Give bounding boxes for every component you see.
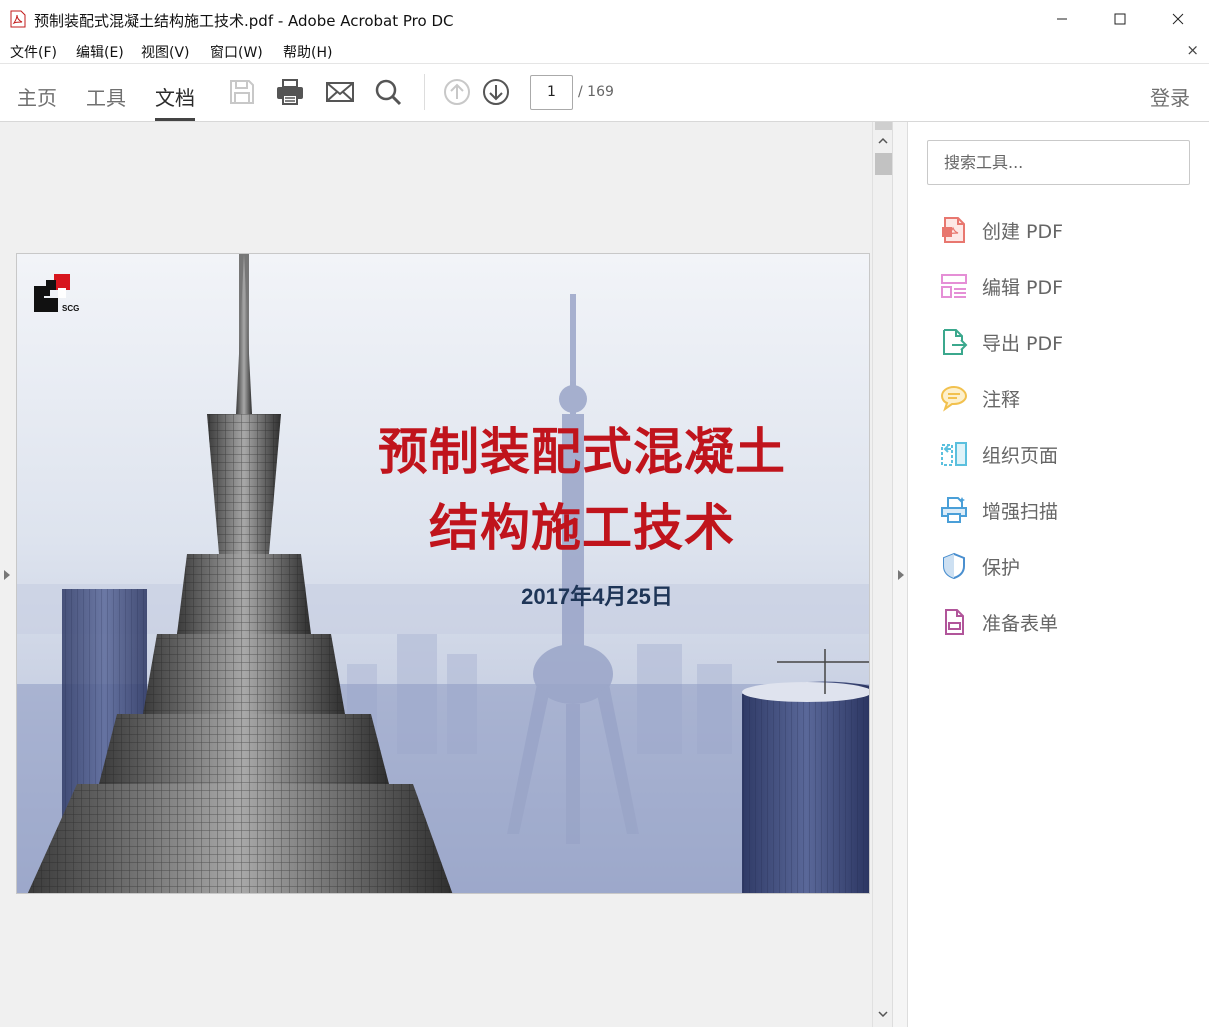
tool-label-comment: 注释 [982, 388, 1021, 411]
tool-label-export-pdf: 导出 PDF [982, 332, 1064, 355]
main-toolbar: 主页 工具 文档 1 / 169 登录 [0, 64, 1209, 122]
create-pdf-icon [942, 217, 965, 243]
slide-title-line1: 预制装配式混凝土 [378, 423, 786, 481]
maximize-button[interactable] [1091, 0, 1149, 38]
email-icon[interactable] [324, 76, 356, 108]
enhance-scan-icon [941, 497, 967, 523]
title-bar: 预制装配式混凝土结构施工技术.pdf - Adobe Acrobat Pro D… [0, 0, 1209, 38]
search-tools-input[interactable]: 搜索工具... [927, 140, 1190, 185]
tool-label-create-pdf: 创建 PDF [982, 220, 1064, 243]
close-window-button[interactable] [1149, 0, 1207, 38]
tab-tools[interactable]: 工具 [86, 82, 126, 111]
menu-file[interactable]: 文件(F) [10, 42, 57, 62]
tool-enhance-scan[interactable]: 增强扫描 [938, 490, 1188, 530]
acrobat-file-icon [10, 10, 26, 28]
close-icon [1172, 13, 1184, 25]
minimize-icon [1057, 18, 1067, 20]
slide-date: 2017年4月25日 [521, 584, 673, 609]
tool-label-prepare-form: 准备表单 [982, 612, 1059, 635]
tab-home[interactable]: 主页 [17, 82, 57, 111]
comment-icon [940, 385, 968, 412]
logo-text: SCG [62, 304, 79, 312]
right-pane-divider [892, 122, 908, 1027]
previous-page-icon[interactable] [441, 76, 473, 108]
export-pdf-icon [943, 329, 968, 355]
scg-logo: SCG [34, 274, 79, 312]
slide-title-line2: 结构施工技术 [429, 499, 735, 557]
search-icon[interactable] [372, 76, 404, 108]
tab-document[interactable]: 文档 [155, 82, 195, 111]
tool-export-pdf[interactable]: 导出 PDF [938, 322, 1188, 362]
prepare-form-icon [945, 609, 964, 635]
pdf-page: SCG 预制装配式混凝土 结构施工技术 2017年4月25日 [16, 253, 870, 894]
tool-label-protect: 保护 [982, 556, 1021, 579]
print-icon[interactable] [274, 76, 306, 108]
vertical-scrollbar[interactable] [872, 122, 892, 1027]
menu-view[interactable]: 视图(V) [141, 42, 190, 62]
tool-comment[interactable]: 注释 [938, 378, 1188, 418]
scrollbar-thumb[interactable] [875, 153, 892, 175]
slide-title: 预制装配式混凝土 结构施工技术 [347, 414, 817, 566]
minimize-button[interactable] [1033, 0, 1091, 38]
scrollbar-top-cap [875, 122, 892, 130]
tools-pane: 搜索工具... 创建 PDF 编辑 PDF 导出 PDF 注释 组织页面 增强扫… [908, 122, 1209, 1027]
organize-pages-icon [941, 442, 967, 466]
protect-icon [943, 552, 965, 580]
tool-edit-pdf[interactable]: 编辑 PDF [938, 266, 1188, 306]
close-document-button[interactable]: × [1186, 41, 1199, 59]
menu-window[interactable]: 窗口(W) [210, 42, 263, 62]
tool-label-organize-pages: 组织页面 [982, 444, 1059, 467]
save-icon[interactable] [226, 76, 258, 108]
menu-edit[interactable]: 编辑(E) [76, 42, 124, 62]
scroll-down-icon[interactable] [876, 1007, 890, 1021]
next-page-icon[interactable] [480, 76, 512, 108]
login-button[interactable]: 登录 [1150, 82, 1190, 111]
document-viewport[interactable]: SCG 预制装配式混凝土 结构施工技术 2017年4月25日 [0, 122, 872, 1027]
menu-bar: 文件(F) 编辑(E) 视图(V) 窗口(W) 帮助(H) × [0, 38, 1209, 64]
left-pane-toggle-icon[interactable] [0, 567, 14, 583]
menu-help[interactable]: 帮助(H) [283, 42, 332, 62]
tool-label-edit-pdf: 编辑 PDF [982, 276, 1064, 299]
right-pane-toggle-icon[interactable] [895, 567, 907, 583]
page-total: / 169 [578, 84, 614, 100]
page-number-input[interactable]: 1 [530, 75, 573, 110]
maximize-icon [1114, 13, 1126, 25]
edit-pdf-icon [941, 274, 967, 298]
scroll-up-icon[interactable] [876, 134, 890, 148]
cityscape-image [17, 254, 869, 893]
tool-create-pdf[interactable]: 创建 PDF [938, 210, 1188, 250]
tool-prepare-form[interactable]: 准备表单 [938, 602, 1188, 642]
tool-protect[interactable]: 保护 [938, 546, 1188, 586]
tool-organize-pages[interactable]: 组织页面 [938, 434, 1188, 474]
window-title: 预制装配式混凝土结构施工技术.pdf - Adobe Acrobat Pro D… [34, 12, 454, 30]
toolbar-separator [424, 74, 425, 110]
tool-label-enhance-scan: 增强扫描 [982, 500, 1059, 523]
active-tab-indicator [155, 118, 195, 121]
